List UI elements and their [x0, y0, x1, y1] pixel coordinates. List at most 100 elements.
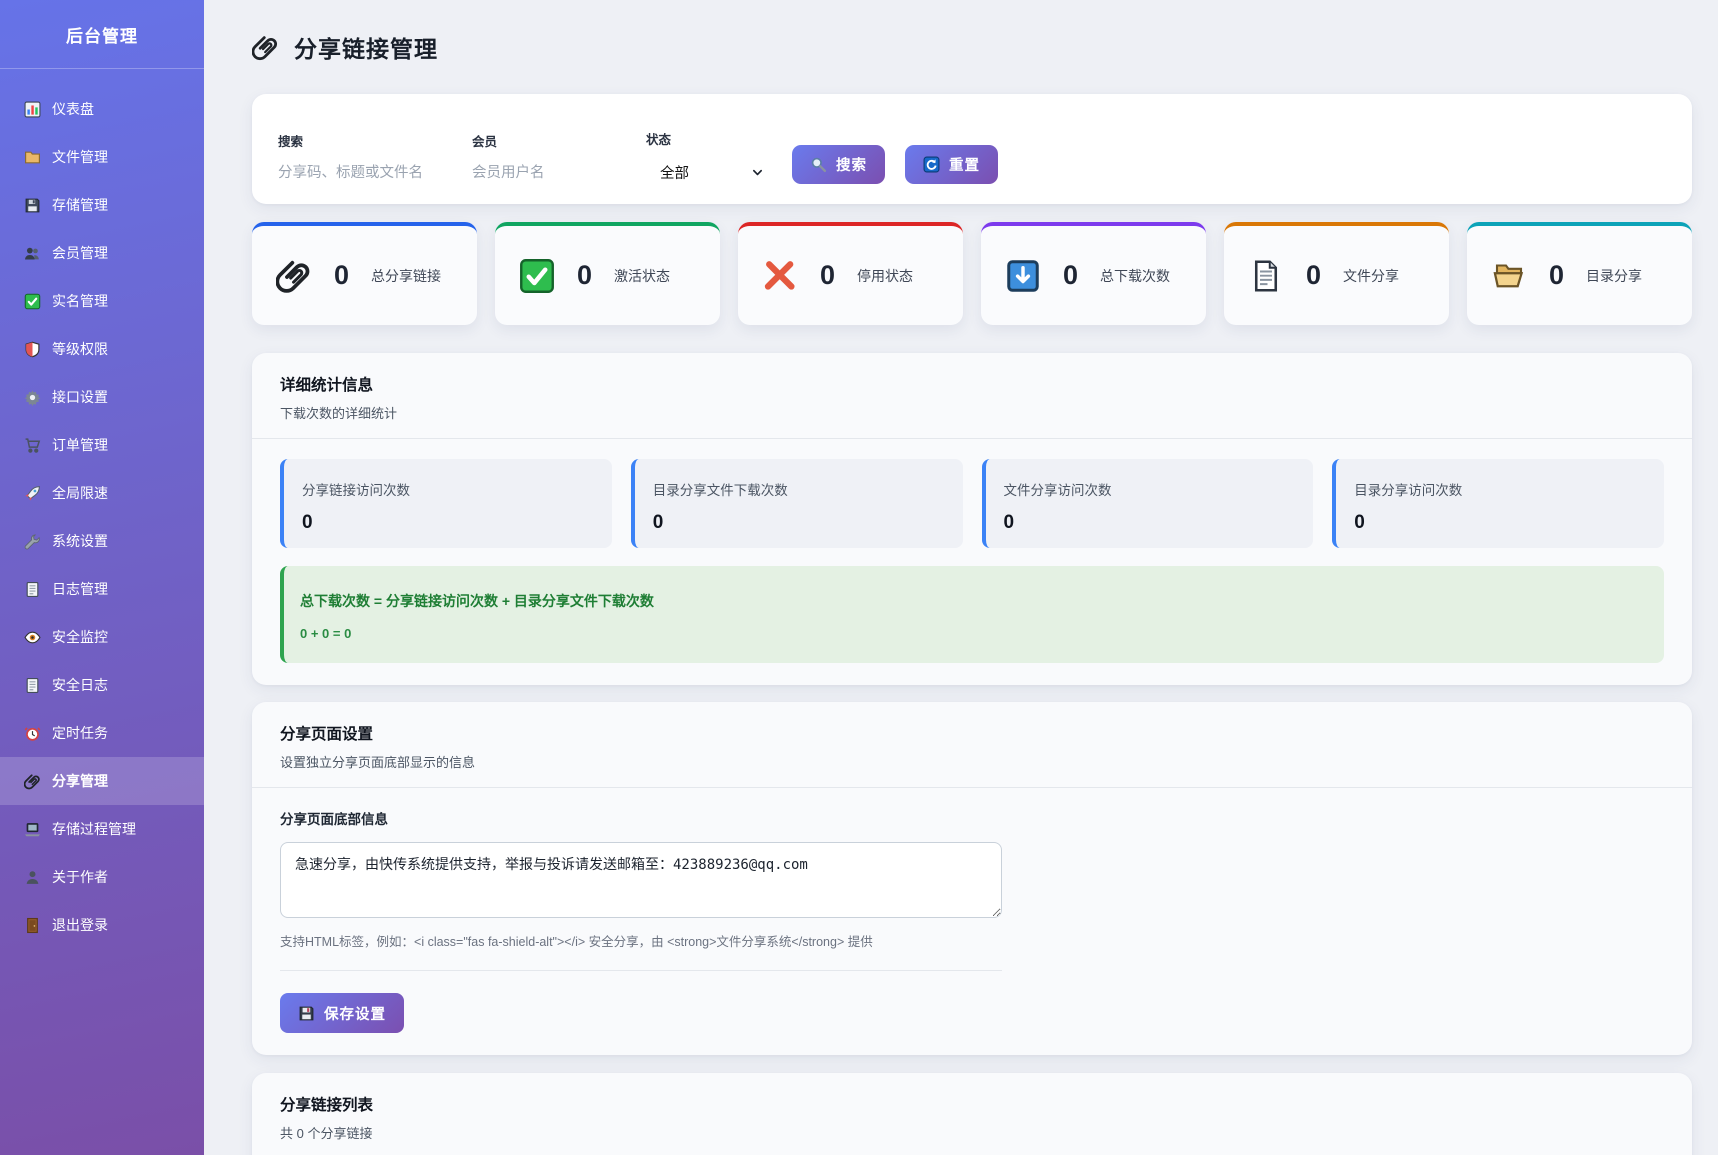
- detail-stats-title: 详细统计信息: [280, 373, 1664, 395]
- reset-button[interactable]: 重置: [905, 145, 998, 184]
- open-folder-icon: [1491, 258, 1527, 294]
- stat-value: 0: [334, 260, 349, 291]
- download-icon: [1005, 258, 1041, 294]
- status-select[interactable]: 全部: [646, 160, 764, 184]
- search-button[interactable]: 搜索: [792, 145, 885, 184]
- share-list-header: 分享链接列表 共 0 个分享链接: [252, 1073, 1692, 1155]
- sidebar-item-label: 日志管理: [52, 579, 108, 599]
- stat-card: 0 总分享链接: [252, 222, 477, 325]
- sidebar-item[interactable]: 系统设置: [0, 517, 204, 565]
- sidebar-item[interactable]: 文件管理: [0, 133, 204, 181]
- sidebar-item[interactable]: 存储过程管理: [0, 805, 204, 853]
- sidebar-item[interactable]: 存储管理: [0, 181, 204, 229]
- stat-card: 0 目录分享: [1467, 222, 1692, 325]
- sidebar-item-label: 退出登录: [52, 915, 108, 935]
- wrench-icon: [24, 533, 41, 550]
- sidebar-item[interactable]: 日志管理: [0, 565, 204, 613]
- mini-stat-box: 文件分享访问次数 0: [982, 459, 1314, 548]
- footer-info-help: 支持HTML标签，例如：<i class="fas fa-shield-alt"…: [280, 931, 1002, 950]
- share-page-settings-title: 分享页面设置: [280, 722, 1664, 744]
- mini-stat-label: 分享链接访问次数: [302, 479, 594, 499]
- sidebar-item-label: 系统设置: [52, 531, 108, 551]
- stat-label: 目录分享: [1586, 266, 1642, 286]
- sidebar-item[interactable]: 全局限速: [0, 469, 204, 517]
- sidebar-item-label: 存储过程管理: [52, 819, 136, 839]
- sidebar-item[interactable]: 等级权限: [0, 325, 204, 373]
- sidebar-item-label: 接口设置: [52, 387, 108, 407]
- status-field-group: 状态 全部: [646, 129, 764, 184]
- gear-icon: [24, 389, 41, 406]
- share-page-settings-body: 分享页面底部信息 急速分享，由快传系统提供支持，举报与投诉请发送邮箱至：4238…: [252, 788, 1692, 1055]
- search-icon: [810, 156, 827, 173]
- sidebar-item[interactable]: 安全监控: [0, 613, 204, 661]
- sidebar-item-label: 安全日志: [52, 675, 108, 695]
- sidebar-item-label: 实名管理: [52, 291, 108, 311]
- sidebar-item[interactable]: 实名管理: [0, 277, 204, 325]
- mini-stat-label: 目录分享访问次数: [1354, 479, 1646, 499]
- stat-label: 文件分享: [1343, 266, 1399, 286]
- save-icon: [298, 1005, 315, 1022]
- search-input[interactable]: [278, 162, 438, 184]
- laptop-icon: [24, 821, 41, 838]
- divider: [280, 970, 1002, 971]
- main-content: 分享链接管理 搜索 会员 状态 全部 搜索 重置: [204, 0, 1718, 1155]
- dashboard-icon: [24, 101, 41, 118]
- mini-stat-grid: 分享链接访问次数 0 目录分享文件下载次数 0 文件分享访问次数 0: [280, 459, 1664, 548]
- status-select-value: 全部: [646, 162, 689, 183]
- file-icon: [1248, 258, 1284, 294]
- log-icon: [24, 677, 41, 694]
- reset-icon: [923, 156, 940, 173]
- sidebar-item-label: 订单管理: [52, 435, 108, 455]
- stat-value: 0: [1549, 260, 1564, 291]
- sidebar-item-label: 存储管理: [52, 195, 108, 215]
- sidebar-item-label: 分享管理: [52, 771, 108, 791]
- sidebar-item[interactable]: 关于作者: [0, 853, 204, 901]
- filter-card: 搜索 会员 状态 全部 搜索 重置: [252, 94, 1692, 204]
- alarm-icon: [24, 725, 41, 742]
- sidebar-item-label: 关于作者: [52, 867, 108, 887]
- sidebar-item[interactable]: 定时任务: [0, 709, 204, 757]
- users-icon: [24, 245, 41, 262]
- sidebar-item[interactable]: 退出登录: [0, 901, 204, 949]
- status-label: 状态: [646, 129, 764, 148]
- stat-label: 总下载次数: [1100, 266, 1170, 286]
- eye-icon: [24, 629, 41, 646]
- search-label: 搜索: [278, 131, 438, 150]
- storage-icon: [24, 197, 41, 214]
- member-label: 会员: [472, 131, 612, 150]
- formula-value: 0 + 0 = 0: [300, 626, 1648, 641]
- x-icon: [762, 258, 798, 294]
- member-input[interactable]: [472, 162, 612, 184]
- mini-stat-box: 目录分享访问次数 0: [1332, 459, 1664, 548]
- chevron-down-icon: [751, 166, 764, 179]
- user-icon: [24, 869, 41, 886]
- save-settings-button[interactable]: 保存设置: [280, 993, 404, 1033]
- detail-stats-card: 详细统计信息 下载次数的详细统计 分享链接访问次数 0 目录分享文件下载次数 0: [252, 353, 1692, 685]
- sidebar-item-label: 文件管理: [52, 147, 108, 167]
- footer-info-textarea[interactable]: 急速分享，由快传系统提供支持，举报与投诉请发送邮箱至：423889236@qq.…: [280, 842, 1002, 918]
- stat-value: 0: [577, 260, 592, 291]
- mini-stat-value: 0: [653, 512, 945, 534]
- paperclip-icon: [276, 258, 312, 294]
- mini-stat-box: 目录分享文件下载次数 0: [631, 459, 963, 548]
- shield-icon: [24, 341, 41, 358]
- mini-stat-label: 文件分享访问次数: [1004, 479, 1296, 499]
- share-list-card: 分享链接列表 共 0 个分享链接: [252, 1073, 1692, 1155]
- sidebar-item-label: 全局限速: [52, 483, 108, 503]
- share-page-settings-subtitle: 设置独立分享页面底部显示的信息: [280, 752, 1664, 771]
- share-list-title: 分享链接列表: [280, 1093, 1664, 1115]
- sidebar-item[interactable]: 安全日志: [0, 661, 204, 709]
- sidebar-item[interactable]: 接口设置: [0, 373, 204, 421]
- sidebar-item[interactable]: 会员管理: [0, 229, 204, 277]
- stat-value: 0: [1063, 260, 1078, 291]
- door-icon: [24, 917, 41, 934]
- share-list-subtitle: 共 0 个分享链接: [280, 1123, 1664, 1142]
- rocket-icon: [24, 485, 41, 502]
- sidebar-item[interactable]: 仪表盘: [0, 85, 204, 133]
- sidebar-item[interactable]: 订单管理: [0, 421, 204, 469]
- sidebar: 后台管理 仪表盘 文件管理 存储管理 会员管理: [0, 0, 204, 1155]
- stats-row: 0 总分享链接 0 激活状态 0 停用状态 0 总下载次数: [252, 222, 1692, 325]
- sidebar-nav: 仪表盘 文件管理 存储管理 会员管理 实名管理: [0, 69, 204, 949]
- page-title: 分享链接管理: [294, 30, 438, 64]
- sidebar-item[interactable]: 分享管理: [0, 757, 204, 805]
